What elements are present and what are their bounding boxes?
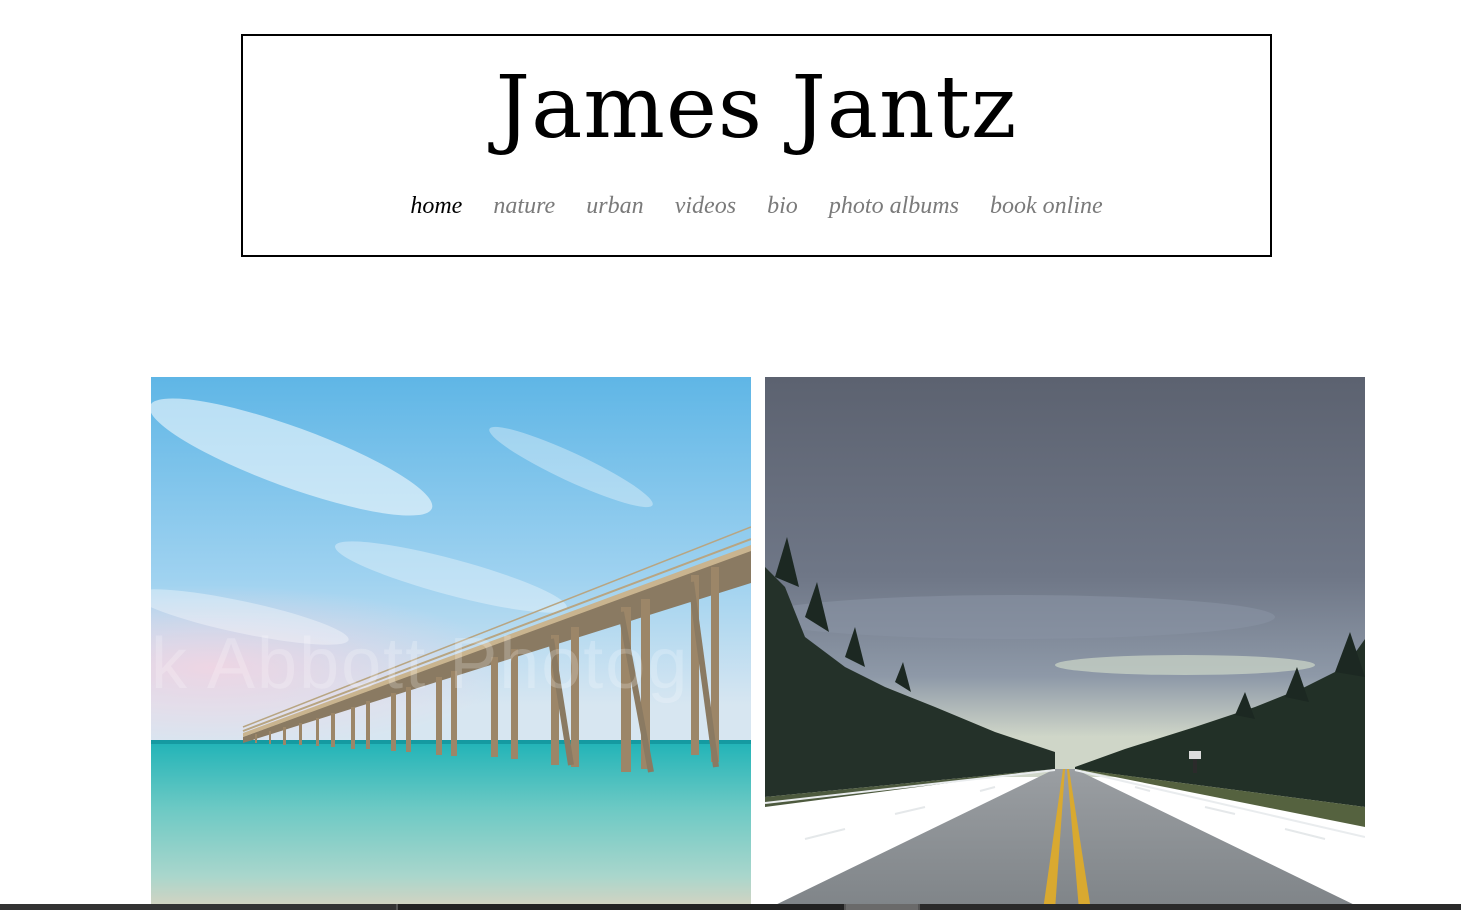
- nav-item-bio[interactable]: bio: [767, 188, 798, 224]
- gallery-photo-road[interactable]: [765, 377, 1365, 910]
- scrollbar-segment: [920, 904, 1461, 910]
- horizontal-scrollbar[interactable]: [0, 904, 1461, 910]
- nav-item-urban[interactable]: urban: [586, 188, 643, 224]
- gallery-photo-pier[interactable]: k Abbott Photog: [151, 377, 751, 910]
- nav-item-home[interactable]: home: [410, 188, 462, 224]
- scrollbar-segment: [398, 904, 844, 910]
- nav-item-photo-albums[interactable]: photo albums: [829, 188, 959, 224]
- nav-item-videos[interactable]: videos: [675, 188, 736, 224]
- nav-item-nature[interactable]: nature: [493, 188, 555, 224]
- scrollbar-segment: [0, 904, 396, 910]
- scrollbar-thumb[interactable]: [846, 904, 918, 910]
- main-nav: home nature urban videos bio photo album…: [243, 188, 1270, 224]
- site-title[interactable]: James Jantz: [243, 58, 1270, 158]
- photo-watermark: k Abbott Photog: [151, 624, 690, 704]
- site-header: James Jantz home nature urban videos bio…: [241, 34, 1272, 257]
- road-image: [765, 377, 1365, 910]
- nav-item-book-online[interactable]: book online: [990, 188, 1103, 224]
